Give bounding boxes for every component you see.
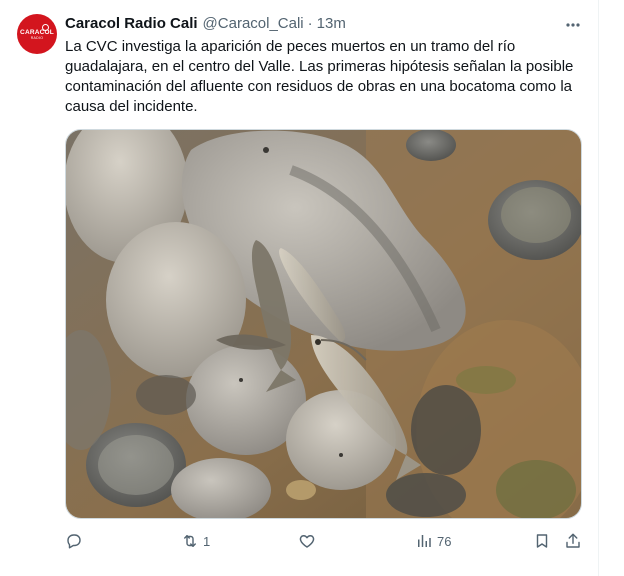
retweet-button[interactable]: 1 bbox=[181, 530, 210, 552]
author-name[interactable]: Caracol Radio Cali bbox=[65, 15, 198, 32]
tweet-photo[interactable] bbox=[65, 129, 582, 519]
like-icon bbox=[299, 535, 315, 548]
bookmark-icon bbox=[536, 534, 548, 548]
tweet-text: La CVC investiga la aparición de peces m… bbox=[65, 38, 574, 115]
avatar-logo-subtext: RADIO bbox=[30, 35, 44, 40]
share-icon bbox=[566, 533, 580, 548]
retweet-icon bbox=[184, 535, 196, 547]
tweet-header: Caracol Radio Cali @Caracol_Cali · 13m bbox=[65, 15, 346, 32]
separator-dot: · bbox=[307, 15, 313, 32]
dead-fish-photo bbox=[66, 130, 581, 518]
more-icon bbox=[566, 23, 580, 27]
bookmark-button[interactable] bbox=[533, 530, 551, 552]
timestamp[interactable]: 13m bbox=[317, 15, 346, 32]
logo-circle-icon bbox=[42, 24, 49, 31]
author-handle[interactable]: @Caracol_Cali bbox=[203, 15, 304, 32]
retweet-count: 1 bbox=[203, 533, 211, 549]
avatar[interactable]: CARACOL RADIO bbox=[17, 14, 57, 54]
views-button[interactable]: 76 bbox=[415, 530, 451, 552]
avatar-logo-text: CARACOL bbox=[20, 28, 54, 36]
views-icon bbox=[418, 535, 431, 547]
reply-icon bbox=[67, 534, 81, 549]
reply-button[interactable] bbox=[65, 530, 87, 552]
more-button[interactable] bbox=[563, 16, 583, 34]
like-button[interactable] bbox=[298, 530, 320, 552]
column-border bbox=[598, 0, 599, 576]
tweet-actions: 1 76 bbox=[0, 530, 598, 552]
share-button[interactable] bbox=[564, 530, 582, 552]
views-count: 76 bbox=[437, 533, 452, 549]
